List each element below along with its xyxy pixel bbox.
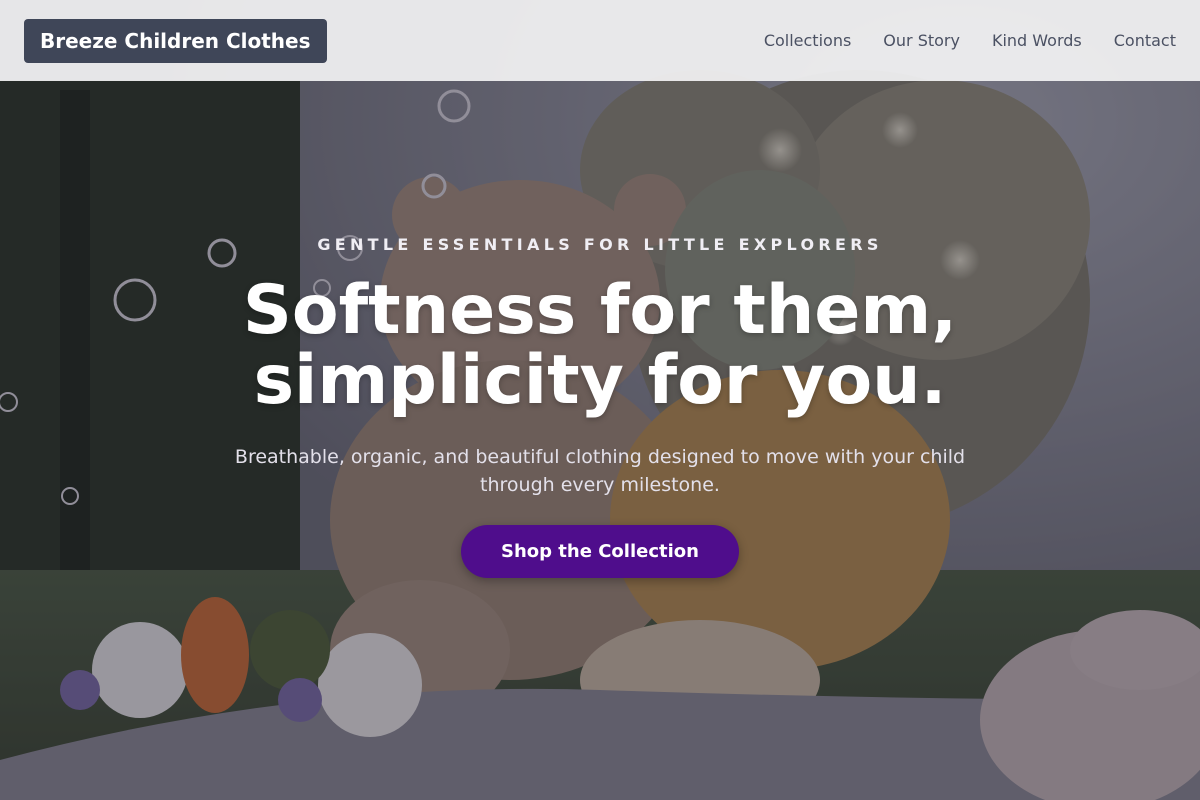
shop-collection-button[interactable]: Shop the Collection [461, 525, 739, 578]
hero-subtitle: Breathable, organic, and beautiful cloth… [234, 446, 966, 496]
hero-eyebrow: GENTLE ESSENTIALS FOR LITTLE EXPLORERS [317, 235, 883, 254]
hero-headline-line-2: simplicity for you. [253, 341, 947, 420]
hero-headline: Softness for them, simplicity for you. [0, 276, 1200, 416]
landing-page: Breeze Children Clothes Collections Our … [0, 0, 1200, 800]
hero-headline-line-1: Softness for them, [242, 271, 958, 350]
hero-section: GENTLE ESSENTIALS FOR LITTLE EXPLORERS S… [0, 0, 1200, 800]
